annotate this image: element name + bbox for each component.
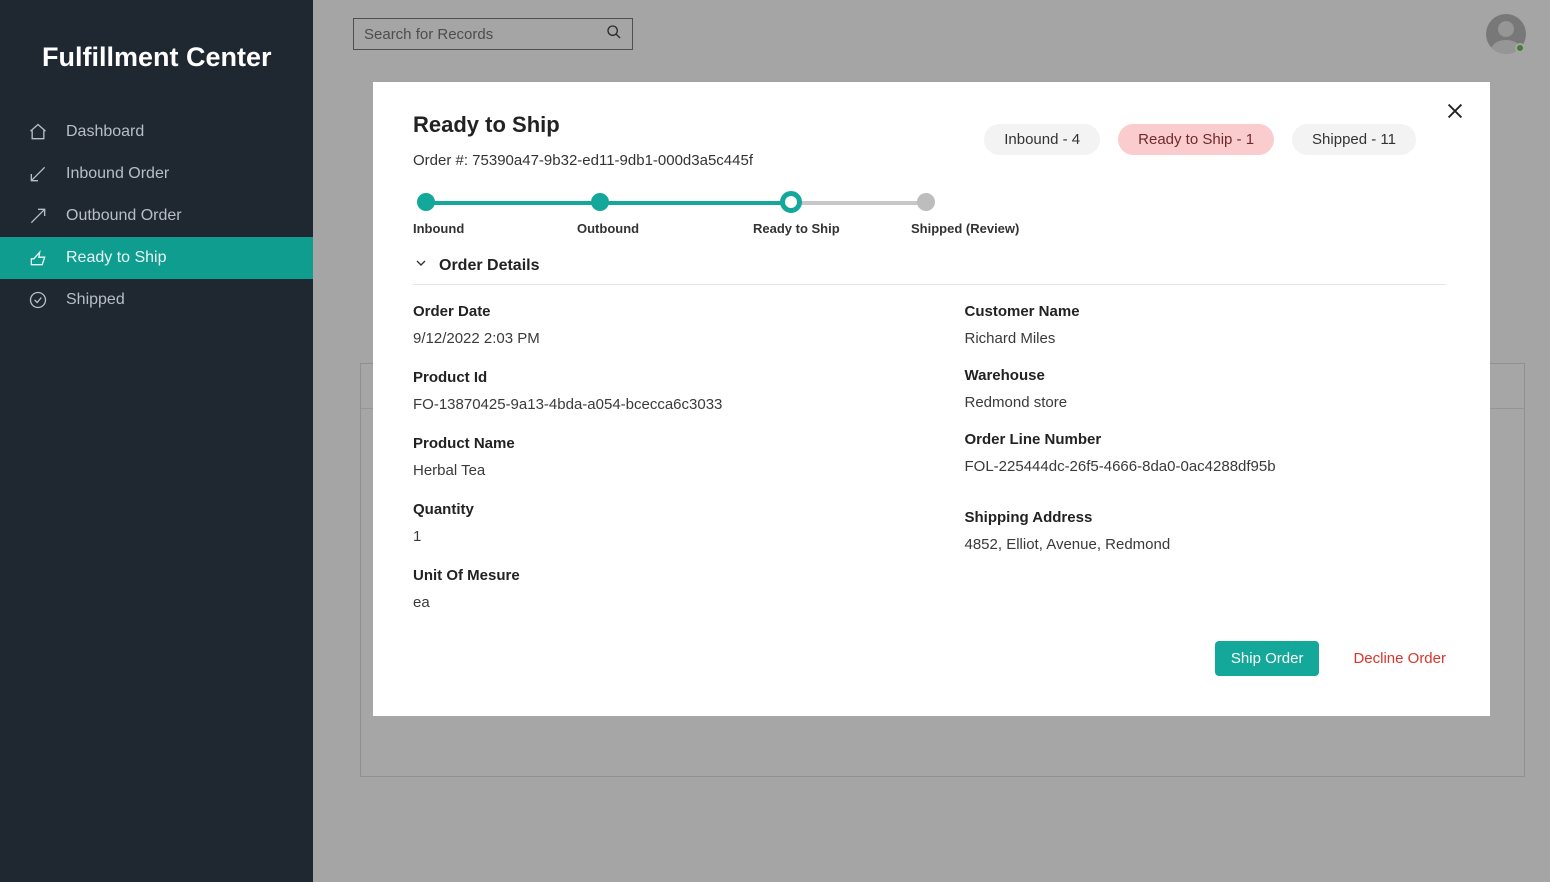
app-title: Fulfillment Center: [0, 0, 313, 73]
product-name-value: Herbal Tea: [413, 462, 895, 479]
modal-title: Ready to Ship: [413, 112, 753, 138]
sidebar-item-ready-to-ship[interactable]: Ready to Ship: [0, 237, 313, 279]
field-label: Customer Name: [965, 303, 1447, 320]
arrow-out-icon: [28, 206, 48, 226]
field-label: Quantity: [413, 501, 895, 518]
home-icon: [28, 122, 48, 142]
thumb-up-icon: [28, 248, 48, 268]
sidebar-item-label: Shipped: [66, 291, 125, 309]
sidebar: Fulfillment Center Dashboard Inbound Ord…: [0, 0, 313, 882]
step-dot-inbound: [417, 193, 435, 211]
sidebar-item-outbound-order[interactable]: Outbound Order: [0, 195, 313, 237]
chevron-down-icon: [413, 255, 429, 276]
order-date-value: 9/12/2022 2:03 PM: [413, 330, 895, 347]
status-pill-row: Inbound - 4 Ready to Ship - 1 Shipped - …: [984, 124, 1416, 155]
field-label: Warehouse: [965, 367, 1447, 384]
field-label: Shipping Address: [965, 509, 1447, 526]
main-content: Ready to Ship Order #: 75390a47-9b32-ed1…: [313, 0, 1550, 882]
step-dot-ready: [780, 191, 802, 213]
step-label: Inbound: [413, 221, 464, 236]
progress-stepper: Inbound Outbound Ready to Ship Shipped (…: [413, 193, 1446, 243]
order-modal: Ready to Ship Order #: 75390a47-9b32-ed1…: [373, 82, 1490, 716]
quantity-value: 1: [413, 528, 895, 545]
pill-inbound[interactable]: Inbound - 4: [984, 124, 1100, 155]
order-details-toggle[interactable]: Order Details: [413, 255, 1446, 285]
customer-name-value: Richard Miles: [965, 330, 1447, 347]
decline-order-button[interactable]: Decline Order: [1353, 650, 1446, 667]
sidebar-item-inbound-order[interactable]: Inbound Order: [0, 153, 313, 195]
sidebar-item-label: Ready to Ship: [66, 249, 167, 267]
field-label: Product Id: [413, 369, 895, 386]
step-dot-shipped: [917, 193, 935, 211]
sidebar-nav: Dashboard Inbound Order Outbound Order R…: [0, 111, 313, 321]
arrow-in-icon: [28, 164, 48, 184]
sidebar-item-dashboard[interactable]: Dashboard: [0, 111, 313, 153]
field-label: Product Name: [413, 435, 895, 452]
order-line-value: FOL-225444dc-26f5-4666-8da0-0ac4288df95b: [965, 458, 1447, 475]
section-title: Order Details: [439, 257, 539, 275]
check-circle-icon: [28, 290, 48, 310]
step-label: Ready to Ship: [753, 221, 840, 236]
sidebar-item-label: Outbound Order: [66, 207, 182, 225]
uom-value: ea: [413, 594, 895, 611]
field-label: Order Date: [413, 303, 895, 320]
field-label: Order Line Number: [965, 431, 1447, 448]
pill-ready-to-ship[interactable]: Ready to Ship - 1: [1118, 124, 1274, 155]
pill-shipped[interactable]: Shipped - 11: [1292, 124, 1416, 155]
order-number: Order #: 75390a47-9b32-ed11-9db1-000d3a5…: [413, 152, 753, 169]
sidebar-item-label: Inbound Order: [66, 165, 169, 183]
step-label: Outbound: [577, 221, 639, 236]
field-label: Unit Of Mesure: [413, 567, 895, 584]
step-dot-outbound: [591, 193, 609, 211]
close-button[interactable]: [1444, 100, 1466, 127]
sidebar-item-label: Dashboard: [66, 123, 144, 141]
sidebar-item-shipped[interactable]: Shipped: [0, 279, 313, 321]
shipping-address-value: 4852, Elliot, Avenue, Redmond: [965, 536, 1447, 553]
modal-overlay[interactable]: Ready to Ship Order #: 75390a47-9b32-ed1…: [313, 0, 1550, 882]
step-label: Shipped (Review): [911, 221, 1019, 236]
ship-order-button[interactable]: Ship Order: [1215, 641, 1320, 676]
product-id-value: FO-13870425-9a13-4bda-a054-bcecca6c3033: [413, 396, 895, 413]
warehouse-value: Redmond store: [965, 394, 1447, 411]
